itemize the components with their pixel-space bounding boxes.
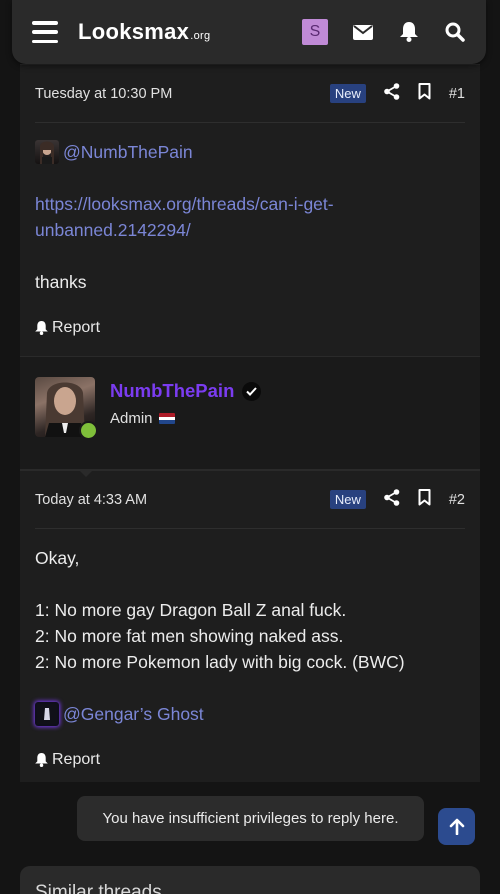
mention-text[interactable]: @NumbThePain xyxy=(63,139,193,165)
post-line: 2: No more fat men showing naked ass. xyxy=(35,626,344,646)
author-name-text[interactable]: NumbThePain xyxy=(110,380,234,402)
bell-icon[interactable] xyxy=(398,21,420,43)
thread-link[interactable]: https://looksmax.org/threads/can-i-get-u… xyxy=(35,191,395,243)
new-badge: New xyxy=(329,490,366,509)
post-timestamp[interactable]: Today at 4:33 AM xyxy=(35,492,147,508)
menu-icon[interactable] xyxy=(32,21,58,43)
logo-suffix: .org xyxy=(190,30,211,42)
similar-threads-title: Similar threads xyxy=(35,882,162,894)
envelope-icon[interactable] xyxy=(352,21,374,43)
share-icon[interactable] xyxy=(384,489,400,510)
thread-content: Tuesday at 10:30 PM New #1 @NumbThePain … xyxy=(20,64,480,782)
mention-link[interactable]: @Gengar’s Ghost xyxy=(35,701,465,727)
arrow-up-icon xyxy=(449,818,464,835)
post-number[interactable]: #1 xyxy=(449,86,465,102)
post-number[interactable]: #2 xyxy=(449,492,465,508)
bell-icon xyxy=(35,321,48,335)
scroll-to-top-button[interactable] xyxy=(438,808,475,845)
post-line: 2: No more Pokemon lady with big cock. (… xyxy=(35,652,405,672)
bookmark-icon[interactable] xyxy=(418,83,431,104)
author-avatar[interactable] xyxy=(35,377,98,440)
netherlands-flag-icon xyxy=(158,413,175,424)
post-1: Tuesday at 10:30 PM New #1 @NumbThePain … xyxy=(20,64,480,356)
share-icon[interactable] xyxy=(384,83,400,104)
site-logo[interactable]: Looksmax .org xyxy=(78,19,210,45)
user-avatar[interactable]: S xyxy=(302,19,328,45)
post-line: Okay, xyxy=(35,548,80,568)
author-role-text: Admin xyxy=(110,410,153,427)
mention-link[interactable]: @NumbThePain xyxy=(35,139,465,165)
online-indicator xyxy=(79,421,98,440)
report-button[interactable]: Report xyxy=(35,315,465,341)
bell-icon xyxy=(35,753,48,767)
reply-privilege-notice: You have insufficient privileges to repl… xyxy=(77,796,424,841)
post-text: thanks xyxy=(35,272,87,292)
mention-text[interactable]: @Gengar’s Ghost xyxy=(63,701,204,727)
post-meta: Tuesday at 10:30 PM New #1 xyxy=(35,65,465,123)
new-badge: New xyxy=(329,84,366,103)
report-label: Report xyxy=(52,751,101,768)
post-2: Today at 4:33 AM New #2 Okay, 1: No more… xyxy=(20,470,480,782)
author-role: Admin xyxy=(110,410,261,427)
bookmark-icon[interactable] xyxy=(418,489,431,510)
post-meta: Today at 4:33 AM New #2 xyxy=(35,471,465,529)
post-line: 1: No more gay Dragon Ball Z anal fuck. xyxy=(35,600,347,620)
verified-icon xyxy=(242,381,262,401)
similar-threads-header: Similar threads xyxy=(20,866,480,894)
post-author-block: NumbThePain Admin xyxy=(20,356,480,477)
search-icon[interactable] xyxy=(444,21,466,43)
report-label: Report xyxy=(52,319,101,336)
mention-avatar xyxy=(35,702,59,726)
post-timestamp[interactable]: Tuesday at 10:30 PM xyxy=(35,86,172,102)
logo-text: Looksmax xyxy=(78,19,190,44)
author-name[interactable]: NumbThePain xyxy=(110,380,262,402)
mention-avatar xyxy=(35,140,59,164)
top-navbar: Looksmax .org S xyxy=(12,0,486,64)
report-button[interactable]: Report xyxy=(35,747,465,773)
